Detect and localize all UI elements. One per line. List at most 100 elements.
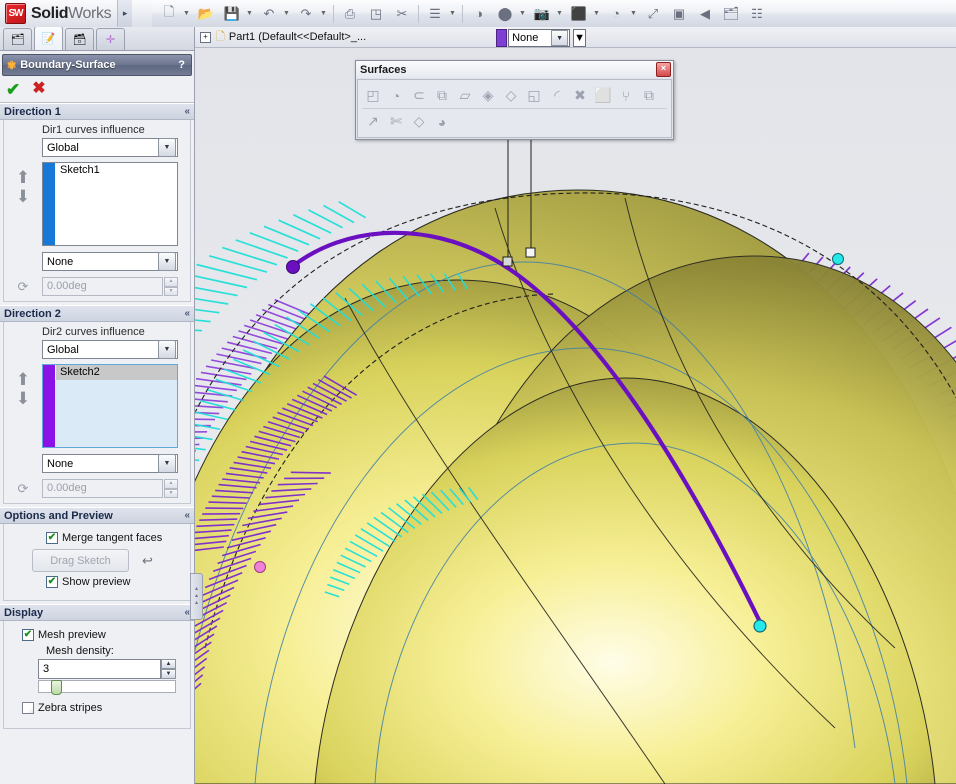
stepper-down-icon[interactable]: ▼ xyxy=(164,488,178,498)
tab-display-manager[interactable]: ✛ xyxy=(96,28,125,50)
undo-icon[interactable]: ↶ xyxy=(257,2,281,26)
extend-surface-icon[interactable]: ↗ xyxy=(362,111,384,133)
zebra-stripes-row[interactable]: Zebra stripes xyxy=(4,702,190,714)
panel-splitter[interactable]: ▴ ▴ ▴ xyxy=(190,573,203,620)
window-tile-icon[interactable]: ▣ xyxy=(667,2,691,26)
chevron-down-icon[interactable]: ▼ xyxy=(592,3,601,25)
full-screen-icon[interactable]: ⤢ xyxy=(641,2,665,26)
chevron-down-icon[interactable]: ▼ xyxy=(555,3,564,25)
collapse-chevron-icon[interactable]: « xyxy=(184,106,190,117)
mesh-density-stepper[interactable]: 3 ▲ ▼ xyxy=(38,659,176,679)
display-header[interactable]: Display « xyxy=(0,604,194,621)
move-up-icon[interactable]: ⬆ xyxy=(16,168,30,187)
freeform-icon[interactable]: ◇ xyxy=(500,85,522,107)
lofted-surface-icon[interactable]: ⧉ xyxy=(431,85,453,107)
merge-tangent-faces-row[interactable]: Merge tangent faces xyxy=(4,532,190,544)
planar-surface-icon[interactable]: ◱ xyxy=(523,85,545,107)
chevron-down-icon[interactable]: ▼ xyxy=(518,3,527,25)
rebuild-icon[interactable]: ☰ xyxy=(423,2,447,26)
dir1-tangent-type-select[interactable]: None ▼ xyxy=(42,252,178,271)
surfaces-toolbar-title-bar[interactable]: Surfaces × xyxy=(356,61,673,78)
delete-face-icon[interactable]: ✖ xyxy=(569,85,591,107)
mesh-density-slider[interactable] xyxy=(38,680,176,695)
solidworks-logo[interactable]: SW SolidWorks ▸ xyxy=(0,0,152,27)
merge-tangent-faces-checkbox[interactable] xyxy=(46,532,58,544)
untrim-surface-icon[interactable]: ◇ xyxy=(408,111,430,133)
direction2-header[interactable]: Direction 2 « xyxy=(0,305,194,322)
list-item[interactable]: Sketch1 xyxy=(55,163,177,178)
display-style-icon[interactable]: ◑ xyxy=(467,2,491,26)
dir2-draft-angle-value[interactable]: 0.00deg xyxy=(42,479,163,498)
dir1-draft-angle-stepper[interactable]: 0.00deg ▲ ▼ xyxy=(42,277,178,296)
dir2-curve-list[interactable]: Sketch2 xyxy=(42,364,178,448)
chevron-down-icon[interactable]: ▼ xyxy=(245,3,254,25)
scene-icon[interactable]: ◔ xyxy=(604,2,628,26)
ruled-surface-icon[interactable]: ⑂ xyxy=(615,85,637,107)
play-back-icon[interactable]: ◀ xyxy=(693,2,717,26)
collapse-chevron-icon[interactable]: « xyxy=(184,308,190,319)
tab-feature-manager[interactable]: 🗂 xyxy=(3,28,32,50)
view-settings-icon[interactable]: 📷 xyxy=(530,2,554,26)
move-up-icon[interactable]: ⬆ xyxy=(16,370,30,389)
direction1-header[interactable]: Direction 1 « xyxy=(0,103,194,120)
endpoint-magenta[interactable] xyxy=(254,561,266,573)
save-document-icon[interactable]: 💾 xyxy=(220,2,244,26)
knit-surface-icon[interactable]: ⬜ xyxy=(592,85,614,107)
extruded-surface-icon[interactable]: ◰ xyxy=(362,85,384,107)
new-document-icon[interactable]: 🗋 xyxy=(157,2,181,26)
stepper-down-icon[interactable]: ▼ xyxy=(164,286,178,296)
chevron-down-icon[interactable]: ▼ xyxy=(574,32,585,44)
thicken-icon[interactable]: ⧉ xyxy=(638,85,660,107)
drag-sketch-button[interactable]: Drag Sketch xyxy=(32,549,129,572)
tab-property-manager[interactable]: 📝 xyxy=(34,27,63,50)
measure-icon[interactable]: ◳ xyxy=(364,2,388,26)
undo-drag-icon[interactable]: ↩ xyxy=(142,553,153,569)
filled-surface-icon[interactable]: ◈ xyxy=(477,85,499,107)
dir1-influence-select[interactable]: Global ▼ xyxy=(42,138,178,157)
tab-configuration-manager[interactable]: 🗃 xyxy=(65,28,94,50)
chevron-down-icon[interactable]: ▼ xyxy=(158,454,176,473)
stepper-up-icon[interactable]: ▲ xyxy=(164,277,178,287)
annotation-handle[interactable] xyxy=(525,247,536,258)
dir2-tangent-type-select[interactable]: None ▼ xyxy=(42,454,178,473)
move-down-icon[interactable]: ⬇ xyxy=(16,187,30,206)
chevron-down-icon[interactable]: ▼ xyxy=(629,3,638,25)
chevron-down-icon[interactable]: ▼ xyxy=(319,3,328,25)
swept-surface-icon[interactable]: ⊂ xyxy=(408,85,430,107)
chevron-down-icon[interactable]: ▼ xyxy=(158,340,176,359)
move-down-icon[interactable]: ⬇ xyxy=(16,389,30,408)
stepper-down-icon[interactable]: ▼ xyxy=(161,669,176,679)
mesh-preview-checkbox[interactable] xyxy=(22,629,34,641)
view-orientation-icon[interactable]: ⬤ xyxy=(493,2,517,26)
show-preview-row[interactable]: Show preview xyxy=(4,576,190,588)
mesh-density-value[interactable]: 3 xyxy=(38,659,161,679)
chevron-down-icon[interactable]: ▼ xyxy=(282,3,291,25)
endpoint-cyan[interactable] xyxy=(753,619,767,633)
dir1-draft-angle-value[interactable]: 0.00deg xyxy=(42,277,163,296)
stepper-up-icon[interactable]: ▲ xyxy=(161,659,176,669)
dir1-reverse-direction-icon[interactable]: ⟳ xyxy=(4,279,42,295)
open-document-icon[interactable]: 📂 xyxy=(194,2,218,26)
show-preview-checkbox[interactable] xyxy=(46,576,58,588)
chevron-down-icon[interactable]: ▼ xyxy=(551,30,569,46)
options-preview-header[interactable]: Options and Preview « xyxy=(0,507,194,524)
zebra-stripes-checkbox[interactable] xyxy=(22,702,34,714)
cancel-button[interactable]: ✖ xyxy=(32,81,45,97)
endpoint-purple[interactable] xyxy=(286,260,300,274)
replace-face-icon[interactable]: ◕ xyxy=(431,111,453,133)
part-name-label[interactable]: Part1 (Default<<Default>_... xyxy=(229,31,366,43)
notes-icon[interactable]: 🗂 xyxy=(719,2,743,26)
accept-button[interactable]: ✔ xyxy=(6,81,20,98)
display-state-select[interactable]: None ▼ xyxy=(508,29,571,47)
offset-surface-icon[interactable]: ◜ xyxy=(546,85,568,107)
help-button[interactable]: ? xyxy=(178,59,187,71)
dir2-reverse-direction-icon[interactable]: ⟳ xyxy=(4,481,42,497)
dir1-curve-list[interactable]: Sketch1 xyxy=(42,162,178,246)
list-item[interactable]: Sketch2 xyxy=(55,365,177,380)
dir2-influence-select[interactable]: Global ▼ xyxy=(42,340,178,359)
redo-icon[interactable]: ↷ xyxy=(294,2,318,26)
options-icon[interactable]: ☷ xyxy=(745,2,769,26)
trim-surface-icon[interactable]: ✄ xyxy=(385,111,407,133)
stepper-up-icon[interactable]: ▲ xyxy=(164,479,178,489)
section-view-icon[interactable]: ✂ xyxy=(390,2,414,26)
